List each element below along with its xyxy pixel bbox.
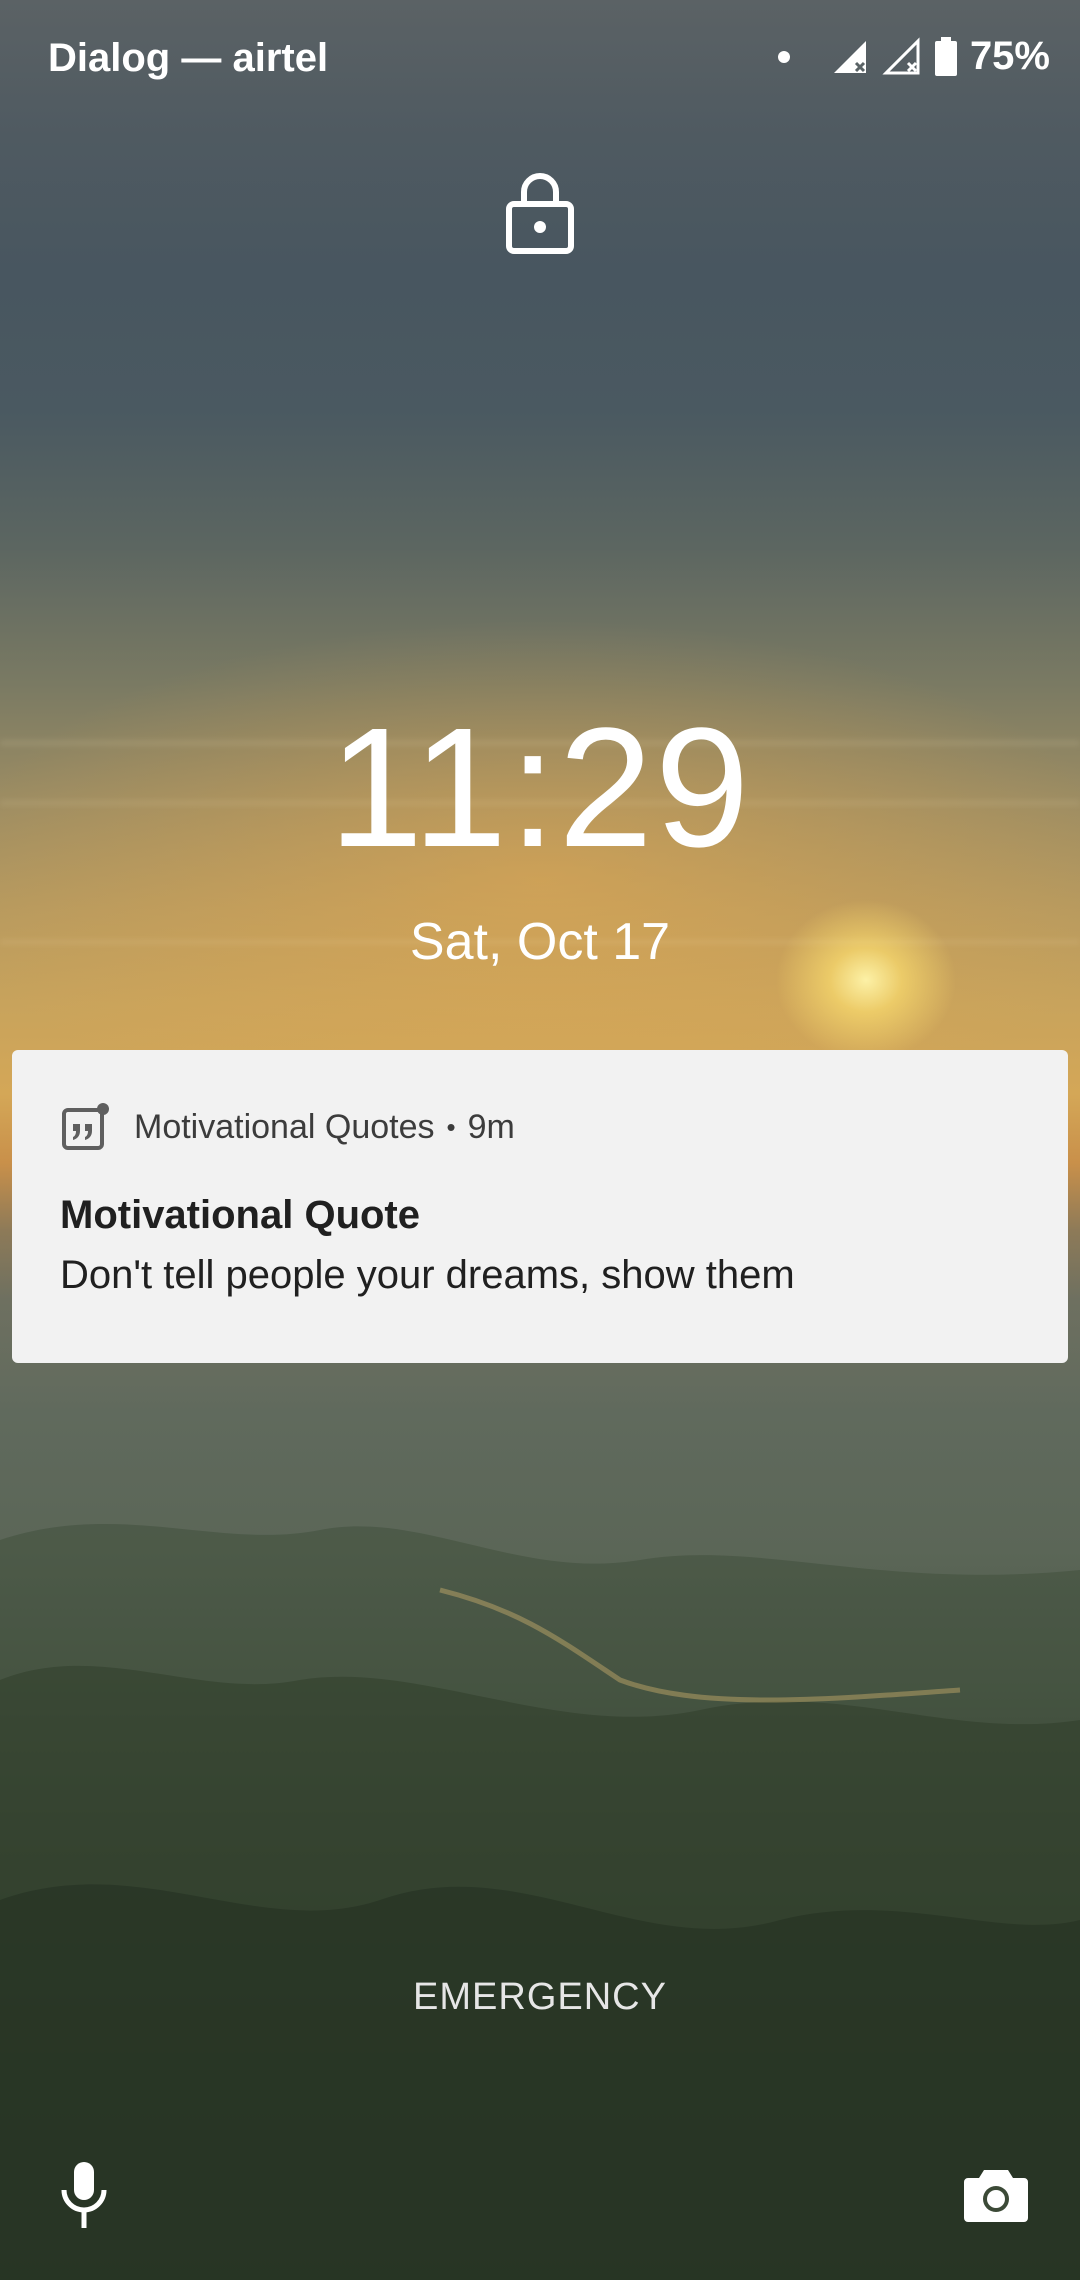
signal-no-data-icon: [833, 40, 866, 73]
signal-no-data-icon: [882, 36, 920, 74]
status-bar: Dialog — airtel 75%: [0, 0, 1080, 120]
quote-icon: [62, 1103, 109, 1150]
notification-age: 9m: [467, 1107, 515, 1146]
notification-header: Motivational Quotes • 9m: [60, 1102, 515, 1152]
notification-title: Motivational Quote: [60, 1193, 420, 1237]
notification-card[interactable]: Motivational Quotes • 9m Motivational Qu…: [12, 1050, 1068, 1363]
wallpaper-mountains: [0, 1523, 1080, 2280]
lock-icon[interactable]: [506, 168, 574, 254]
lock-screen: Dialog — airtel 75% 11:29 Sat, Oct 17 Mo…: [0, 0, 1080, 2280]
notification-body: Don't tell people your dreams, show them: [60, 1253, 795, 1297]
notification-dot-icon: [777, 50, 790, 63]
notification-separator: •: [446, 1111, 456, 1142]
notification-app-name: Motivational Quotes: [134, 1107, 435, 1146]
camera-icon[interactable]: [964, 2166, 1028, 2222]
battery-percent: 75%: [969, 34, 1050, 78]
clock-date: Sat, Oct 17: [409, 913, 671, 971]
microphone-icon[interactable]: [56, 2160, 112, 2230]
status-icons: 75%: [777, 34, 1050, 79]
battery-icon: [934, 36, 957, 76]
carrier-label: Dialog — airtel: [48, 36, 329, 80]
clock-time: 11:29: [328, 693, 752, 883]
emergency-button[interactable]: EMERGENCY: [0, 1976, 1080, 2019]
